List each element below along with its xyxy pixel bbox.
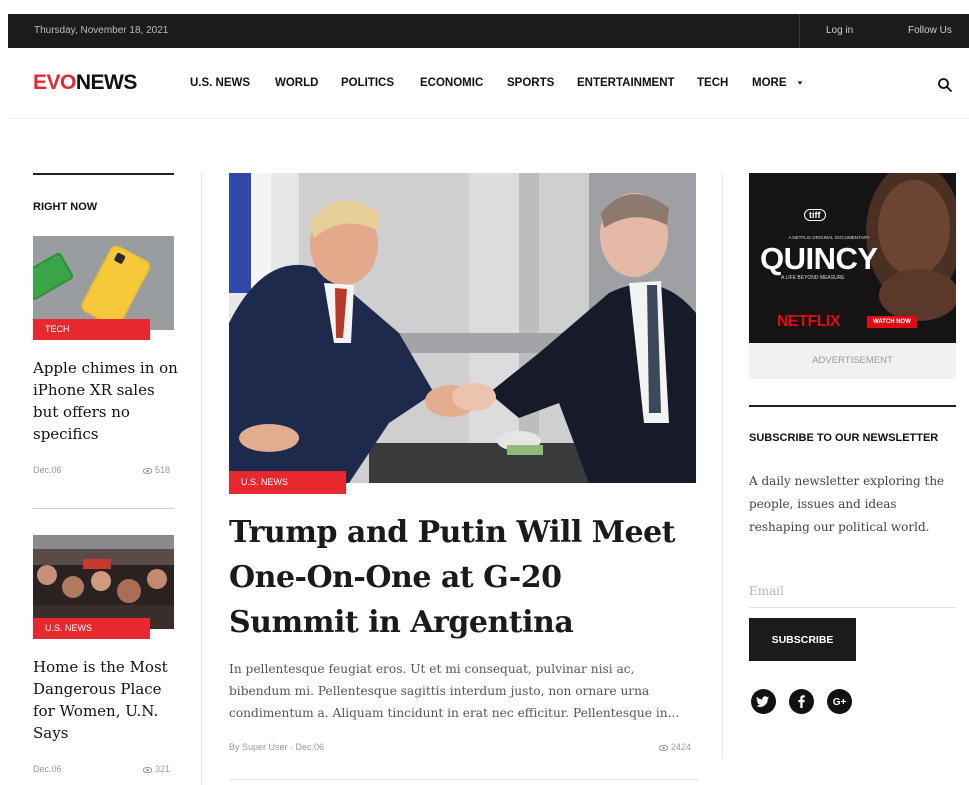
nav-item-more[interactable]: MORE bbox=[752, 77, 804, 89]
caret-down-icon bbox=[797, 81, 803, 85]
item-divider bbox=[33, 508, 174, 509]
facebook-icon bbox=[798, 695, 805, 708]
topbar-divider bbox=[799, 14, 800, 48]
article-views: 321 bbox=[142, 764, 171, 774]
category-tag[interactable]: U.S. NEWS bbox=[33, 618, 150, 639]
view-count: 2424 bbox=[671, 742, 692, 752]
netflix-logo: NETFLIX bbox=[777, 313, 841, 330]
nav-item-economic[interactable]: ECONOMIC bbox=[420, 77, 483, 89]
nav-item-entertainment[interactable]: ENTERTAINMENT bbox=[577, 77, 675, 89]
ad-badge: tiff bbox=[804, 209, 826, 221]
subscribe-button[interactable]: SUBSCRIBE bbox=[749, 618, 856, 661]
nav-item-world[interactable]: WORLD bbox=[275, 77, 318, 89]
category-tag[interactable]: U.S. NEWS bbox=[229, 471, 346, 494]
newsletter-rule bbox=[749, 405, 956, 407]
login-link[interactable]: Log in bbox=[826, 25, 853, 36]
category-tag[interactable]: TECH bbox=[33, 319, 150, 340]
newsletter-title: SUBSCRIBE TO OUR NEWSLETTER bbox=[749, 432, 939, 444]
column-divider bbox=[722, 173, 723, 758]
featured-views: 2424 bbox=[658, 742, 692, 752]
handshake-photo bbox=[229, 173, 696, 483]
article-bottom-rule bbox=[229, 779, 699, 780]
section-rule bbox=[33, 173, 174, 175]
nav-item-tech[interactable]: TECH bbox=[697, 77, 728, 89]
top-bar: Thursday, November 18, 2021 Log in Follo… bbox=[8, 14, 969, 48]
view-count: 518 bbox=[155, 465, 171, 475]
google-plus-icon: G+ bbox=[833, 697, 847, 708]
twitter-icon bbox=[756, 696, 769, 707]
newsletter-description: A daily newsletter exploring the people,… bbox=[749, 474, 945, 534]
eye-icon bbox=[142, 467, 153, 474]
protest-photo bbox=[33, 535, 174, 629]
ad-subtitle: A LIFE BEYOND MEASURE bbox=[781, 275, 845, 281]
view-count: 321 bbox=[155, 764, 171, 774]
eye-icon bbox=[658, 744, 669, 751]
article-title[interactable]: Home is the Most Dangerous Place for Wom… bbox=[33, 656, 173, 744]
article-thumbnail-iphone[interactable] bbox=[33, 236, 174, 330]
nav-item-us-news[interactable]: U.S. NEWS bbox=[190, 77, 250, 89]
google-plus-button[interactable]: G+ bbox=[827, 689, 852, 714]
logo-news: NEWS bbox=[75, 71, 138, 94]
eye-icon bbox=[142, 766, 153, 773]
advertisement-label: ADVERTISEMENT bbox=[749, 343, 956, 379]
twitter-button[interactable] bbox=[751, 689, 776, 714]
nav-item-politics[interactable]: POLITICS bbox=[341, 77, 394, 89]
featured-title[interactable]: Trump and Putin Will Meet One-On-One at … bbox=[229, 510, 699, 645]
ad-kicker: A NETFLIX ORIGINAL DOCUMENTARY bbox=[788, 235, 870, 240]
facebook-button[interactable] bbox=[789, 689, 814, 714]
svg-text:G+: G+ bbox=[833, 697, 847, 708]
featured-byline: By Super User · Dec.06 bbox=[229, 742, 325, 752]
search-icon[interactable] bbox=[937, 77, 953, 93]
logo-evo: EVO bbox=[33, 71, 76, 94]
site-logo[interactable]: EVONEWS bbox=[33, 71, 137, 95]
article-date: Dec.06 bbox=[33, 465, 62, 475]
email-field[interactable] bbox=[749, 574, 956, 608]
featured-image[interactable] bbox=[229, 173, 696, 483]
section-title-right-now: RIGHT NOW bbox=[33, 201, 98, 213]
article-title[interactable]: Apple chimes in on iPhone XR sales but o… bbox=[33, 357, 178, 445]
ad-cta: WATCH NOW bbox=[867, 316, 917, 328]
article-views: 518 bbox=[142, 465, 171, 475]
current-date: Thursday, November 18, 2021 bbox=[34, 25, 169, 36]
article-date: Dec.06 bbox=[33, 764, 62, 774]
column-divider bbox=[201, 173, 202, 785]
nav-item-sports[interactable]: SPORTS bbox=[507, 77, 554, 89]
follow-us-link[interactable]: Follow Us bbox=[908, 25, 952, 36]
article-thumbnail-protest[interactable] bbox=[33, 535, 174, 629]
iphone-photo bbox=[33, 236, 174, 330]
nav-divider bbox=[8, 118, 969, 119]
advertisement-banner[interactable]: tiff A NETFLIX ORIGINAL DOCUMENTARY QUIN… bbox=[749, 173, 956, 343]
nav-more-label: MORE bbox=[752, 77, 787, 89]
ad-title: QUINCY bbox=[760, 241, 878, 276]
featured-excerpt: In pellentesque feugiat eros. Ut et mi c… bbox=[229, 662, 680, 720]
